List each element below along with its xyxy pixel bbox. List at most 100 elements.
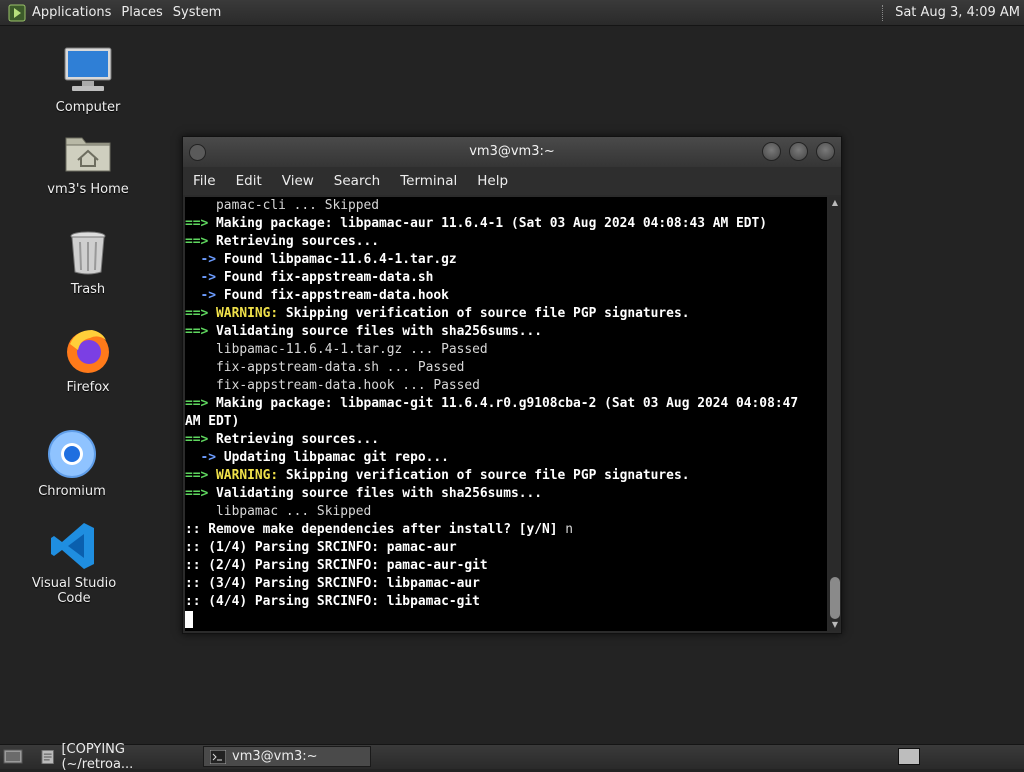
terminal-text: Found libpamac-11.6.4-1.tar.gz — [223, 252, 457, 267]
workspace-switcher[interactable] — [898, 748, 920, 765]
terminal-text: Updating libpamac git repo... — [223, 450, 449, 465]
terminal-icon — [210, 749, 226, 764]
terminal-text: ==> — [185, 306, 217, 321]
home-folder-icon — [65, 137, 111, 172]
terminal-menubar: File Edit View Search Terminal Help — [183, 167, 841, 195]
desktop-icon-home[interactable]: vm3's Home — [28, 126, 148, 197]
terminal-text: Found fix-appstream-data.sh — [223, 270, 434, 285]
terminal-line: :: (2/4) Parsing SRCINFO: pamac-aur-git — [185, 557, 827, 575]
terminal-text: ==> — [185, 432, 217, 447]
terminal-text: :: (2/4) Parsing SRCINFO: pamac-aur-git — [185, 558, 488, 573]
terminal-line: ==> Making package: libpamac-git 11.6.4.… — [185, 395, 827, 413]
text-editor-icon — [41, 749, 54, 764]
terminal-line: libpamac ... Skipped — [185, 503, 827, 521]
terminal-text: Retrieving sources... — [216, 432, 380, 447]
terminal-line: :: (1/4) Parsing SRCINFO: pamac-aur — [185, 539, 827, 557]
scrollbar-thumb[interactable] — [830, 577, 840, 619]
window-titlebar[interactable]: vm3@vm3:~ — [183, 137, 841, 167]
window-menu-icon[interactable] — [189, 144, 206, 161]
terminal-line: AM EDT) — [185, 413, 827, 431]
terminal-line: ==> WARNING: Skipping verification of so… — [185, 305, 827, 323]
terminal-line: -> Found fix-appstream-data.sh — [185, 269, 827, 287]
desktop-icon-firefox[interactable]: Firefox — [28, 324, 148, 395]
menu-file[interactable]: File — [183, 173, 226, 189]
window-title: vm3@vm3:~ — [469, 144, 555, 159]
menu-terminal[interactable]: Terminal — [390, 173, 467, 189]
terminal-line: pamac-cli ... Skipped — [185, 197, 827, 215]
terminal-text: Skipping verification of source file PGP… — [278, 306, 690, 321]
terminal-text: WARNING: — [216, 468, 279, 483]
terminal-text: -> — [185, 288, 224, 303]
bottom-panel: [COPYING (~/retroa... vm3@vm3:~ — [0, 742, 1024, 772]
terminal-window[interactable]: vm3@vm3:~ File Edit View Search Terminal… — [182, 136, 842, 634]
close-icon[interactable] — [816, 142, 835, 161]
terminal-text: Found fix-appstream-data.hook — [223, 288, 449, 303]
terminal-line: libpamac-11.6.4-1.tar.gz ... Passed — [185, 341, 827, 359]
menu-view[interactable]: View — [272, 173, 324, 189]
terminal-text: ==> — [185, 324, 217, 339]
terminal-text: :: (3/4) Parsing SRCINFO: libpamac-aur — [185, 576, 480, 591]
trash-icon — [70, 231, 106, 275]
top-panel: Applications Places System Sat Aug 3, 4:… — [0, 0, 1024, 26]
terminal-text: fix-appstream-data.sh ... Passed — [185, 360, 465, 375]
terminal-line: fix-appstream-data.hook ... Passed — [185, 377, 827, 395]
menu-help[interactable]: Help — [467, 173, 518, 189]
taskbar-item-label: vm3@vm3:~ — [232, 749, 318, 764]
desktop-icon-label: Trash — [70, 282, 106, 297]
terminal-line: ==> Retrieving sources... — [185, 431, 827, 449]
terminal-output[interactable]: pamac-cli ... Skipped ==> Making package:… — [185, 197, 827, 631]
terminal-text: -> — [185, 450, 224, 465]
maximize-icon[interactable] — [789, 142, 808, 161]
taskbar-item-terminal[interactable]: vm3@vm3:~ — [203, 746, 371, 767]
terminal-cursor — [185, 611, 193, 628]
desktop-icon-chromium[interactable]: Chromium — [12, 428, 132, 499]
terminal-line: -> Found libpamac-11.6.4-1.tar.gz — [185, 251, 827, 269]
terminal-line: ==> Validating source files with sha256s… — [185, 485, 827, 503]
terminal-text: ==> — [185, 468, 217, 483]
terminal-line: -> Found fix-appstream-data.hook — [185, 287, 827, 305]
firefox-icon — [67, 330, 109, 373]
clock-applet[interactable]: Sat Aug 3, 4:09 AM — [882, 0, 1020, 25]
desktop-icon-vscode[interactable]: Visual Studio Code — [14, 520, 134, 606]
desktop-icon-label: Chromium — [38, 484, 106, 499]
terminal-text: Validating source files with sha256sums.… — [216, 486, 543, 501]
minimize-icon[interactable] — [762, 142, 781, 161]
terminal-text: Skipping verification of source file PGP… — [278, 468, 690, 483]
menu-places[interactable]: Places — [121, 5, 170, 20]
panel-separator — [882, 4, 887, 21]
terminal-line: ==> WARNING: Skipping verification of so… — [185, 467, 827, 485]
desktop-icon-label: Visual Studio Code — [31, 576, 117, 606]
clock-text[interactable]: Sat Aug 3, 4:09 AM — [895, 5, 1020, 20]
terminal-line: -> Updating libpamac git repo... — [185, 449, 827, 467]
menu-system[interactable]: System — [173, 5, 229, 20]
menu-applications[interactable]: Applications — [32, 5, 119, 20]
terminal-line: :: (4/4) Parsing SRCINFO: libpamac-git — [185, 593, 827, 611]
chromium-icon — [48, 430, 96, 478]
terminal-line: fix-appstream-data.sh ... Passed — [185, 359, 827, 377]
scroll-down-icon[interactable]: ▼ — [829, 619, 841, 631]
terminal-text: n — [565, 522, 574, 537]
menu-edit[interactable]: Edit — [226, 173, 272, 189]
desktop-icon-computer[interactable]: Computer — [28, 44, 148, 115]
scroll-up-icon[interactable]: ▲ — [829, 197, 841, 209]
desktop-icon-label: Firefox — [66, 380, 110, 395]
terminal-text: ==> — [185, 216, 217, 231]
menu-search[interactable]: Search — [324, 173, 390, 189]
terminal-text: ==> — [185, 486, 217, 501]
terminal-line: :: Remove make dependencies after instal… — [185, 521, 827, 539]
terminal-text: :: (4/4) Parsing SRCINFO: libpamac-git — [185, 594, 480, 609]
terminal-text: libpamac-11.6.4-1.tar.gz ... Passed — [185, 342, 488, 357]
terminal-text: Retrieving sources... — [216, 234, 380, 249]
terminal-text: ==> — [185, 396, 217, 411]
terminal-prompt-line — [185, 611, 827, 629]
terminal-scrollbar[interactable]: ▲ ▼ — [829, 197, 841, 631]
show-desktop-icon[interactable] — [3, 748, 23, 765]
taskbar-item-text-editor[interactable]: [COPYING (~/retroa... — [34, 742, 202, 772]
desktop-icon-label: Computer — [55, 100, 121, 115]
terminal-text: AM EDT) — [185, 414, 240, 429]
terminal-text: fix-appstream-data.hook ... Passed — [185, 378, 480, 393]
applications-menu-icon[interactable] — [8, 4, 26, 22]
terminal-line: :: (3/4) Parsing SRCINFO: libpamac-aur — [185, 575, 827, 593]
terminal-text: pamac-cli ... Skipped — [185, 198, 380, 213]
desktop-icon-trash[interactable]: Trash — [28, 226, 148, 297]
